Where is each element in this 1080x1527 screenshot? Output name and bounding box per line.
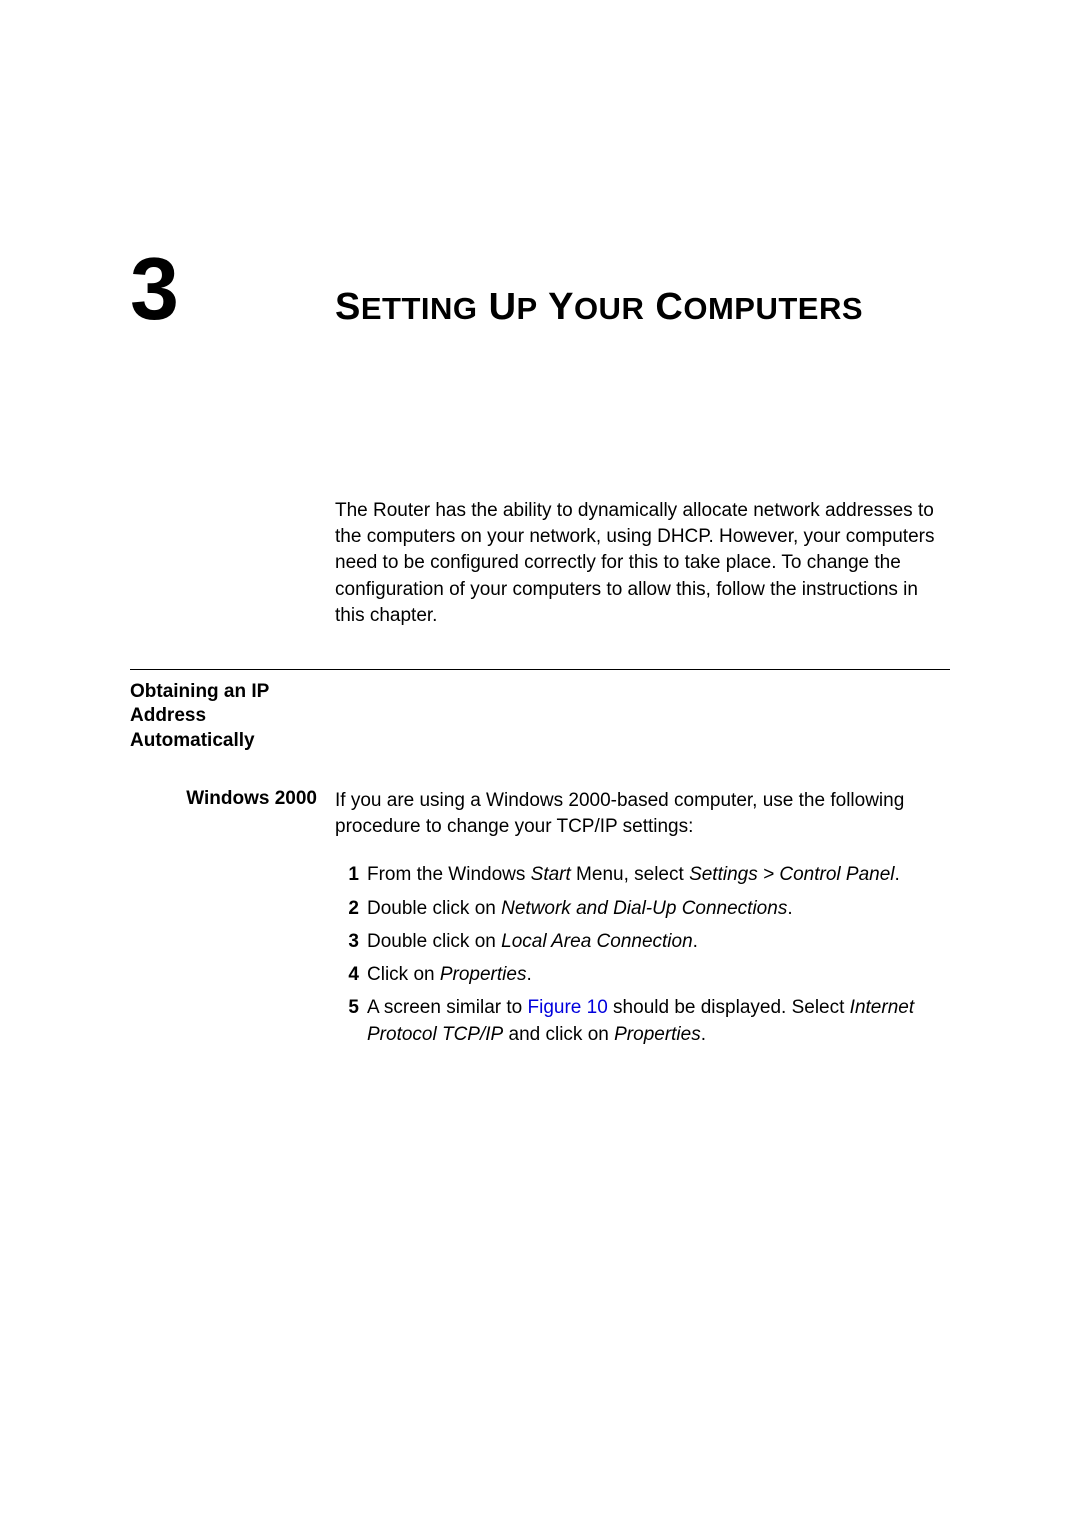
list-item: 2 Double click on Network and Dial-Up Co… (335, 896, 950, 922)
list-item: 1 From the Windows Start Menu, select Se… (335, 862, 950, 888)
text-run: Menu, select (571, 864, 689, 885)
document-page: 3 SETTING UP YOUR COMPUTERS The Router h… (0, 0, 1080, 1055)
section-heading-row: Obtaining an IP Address Automatically (130, 680, 950, 753)
title-cap: Y (538, 286, 574, 328)
text-run: . (787, 898, 792, 919)
title-cap: S (335, 286, 361, 328)
step-number: 3 (335, 929, 359, 955)
heading-line: Obtaining an IP (130, 681, 269, 702)
figure-link[interactable]: Figure 10 (528, 997, 608, 1018)
step-number: 4 (335, 962, 359, 988)
text-italic: Local Area Connection (501, 931, 693, 952)
step-text: Double click on Local Area Connection. (367, 929, 950, 955)
text-run: Double click on (367, 898, 501, 919)
section-heading: Obtaining an IP Address Automatically (130, 680, 317, 753)
chapter-header: 3 SETTING UP YOUR COMPUTERS (130, 245, 950, 333)
text-run: and click on (503, 1024, 614, 1045)
text-run: A screen similar to (367, 997, 528, 1018)
sub-intro-paragraph: If you are using a Windows 2000-based co… (335, 788, 950, 840)
text-italic: Network and Dial-Up Connections (501, 898, 787, 919)
title-small: P (517, 291, 538, 326)
intro-block: The Router has the ability to dynamicall… (130, 498, 950, 669)
step-number: 1 (335, 862, 359, 888)
text-run: . (701, 1024, 706, 1045)
section-divider (130, 669, 950, 670)
step-number: 5 (335, 995, 359, 1047)
title-cap: C (644, 286, 683, 328)
heading-line: Address (130, 705, 206, 726)
heading-line: Automatically (130, 730, 255, 751)
step-text: Click on Properties. (367, 962, 950, 988)
text-italic: Settings > Control Panel (689, 864, 894, 885)
list-item: 4 Click on Properties. (335, 962, 950, 988)
list-item: 5 A screen similar to Figure 10 should b… (335, 995, 950, 1047)
step-text: From the Windows Start Menu, select Sett… (367, 862, 950, 888)
text-run: . (895, 864, 900, 885)
intro-paragraph: The Router has the ability to dynamicall… (335, 498, 950, 629)
title-small: OUR (574, 291, 644, 326)
text-run: . (693, 931, 698, 952)
title-cap: U (478, 286, 517, 328)
chapter-number: 3 (130, 245, 335, 333)
step-number: 2 (335, 896, 359, 922)
step-text: A screen similar to Figure 10 should be … (367, 995, 950, 1047)
sub-heading: Windows 2000 (186, 788, 317, 809)
chapter-title: SETTING UP YOUR COMPUTERS (335, 286, 863, 329)
text-italic: Properties (440, 964, 527, 985)
title-small: ETTING (361, 291, 478, 326)
step-text: Double click on Network and Dial-Up Conn… (367, 896, 950, 922)
text-run: should be displayed. Select (608, 997, 850, 1018)
list-item: 3 Double click on Local Area Connection. (335, 929, 950, 955)
text-run: Click on (367, 964, 440, 985)
text-run: . (526, 964, 531, 985)
text-italic: Properties (614, 1024, 701, 1045)
text-run: Double click on (367, 931, 501, 952)
text-italic: Start (531, 864, 571, 885)
subsection-row: Windows 2000 If you are using a Windows … (130, 788, 950, 1055)
steps-list: 1 From the Windows Start Menu, select Se… (335, 862, 950, 1047)
text-run: From the Windows (367, 864, 531, 885)
title-small: OMPUTERS (683, 291, 863, 326)
